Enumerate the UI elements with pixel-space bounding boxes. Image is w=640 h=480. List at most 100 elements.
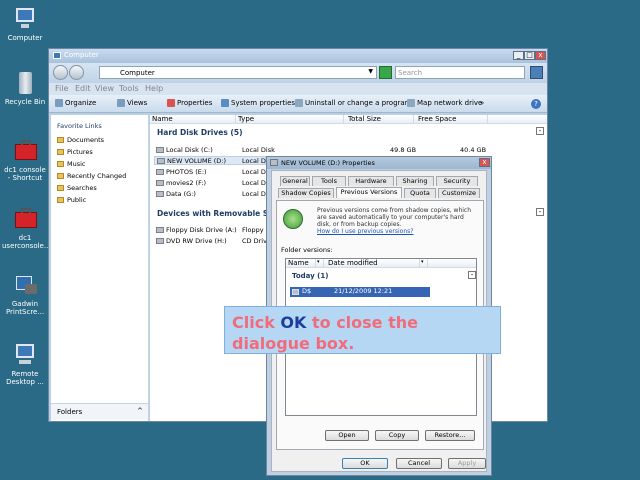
desktop-icon-label: dc1 console - Shortcut xyxy=(4,166,46,182)
tab-shadow-copies[interactable]: Shadow Copies xyxy=(278,188,334,198)
search-placeholder: Search xyxy=(398,69,423,77)
versions-column-name[interactable]: Name xyxy=(286,259,316,268)
chevron-down-icon[interactable]: ▾ xyxy=(316,259,324,268)
drive-name: movies2 (F:) xyxy=(166,179,207,187)
desktop-icon-label: Recycle Bin xyxy=(4,98,46,106)
nav-item-public[interactable]: Public xyxy=(57,196,86,204)
refresh-icon[interactable] xyxy=(379,66,392,79)
nav-item-pictures[interactable]: Pictures xyxy=(57,148,93,156)
more-commands-button[interactable]: » xyxy=(480,99,484,107)
tab-previous-versions[interactable]: Previous Versions xyxy=(336,187,402,198)
address-input[interactable]: Computer ▼ xyxy=(99,66,377,79)
nav-item-documents[interactable]: Documents xyxy=(57,136,104,144)
desktop-icon-recycle-bin[interactable]: Recycle Bin xyxy=(2,70,48,106)
menu-tools[interactable]: Tools xyxy=(119,84,139,93)
dialog-titlebar[interactable]: NEW VOLUME (D:) Properties x xyxy=(267,157,491,169)
window-title: Computer xyxy=(64,51,99,59)
column-type[interactable]: Type xyxy=(236,115,344,124)
tab-sharing[interactable]: Sharing xyxy=(396,176,434,186)
column-name[interactable]: Name xyxy=(150,115,236,124)
collapse-icon[interactable]: - xyxy=(536,208,544,216)
folder-icon xyxy=(57,161,64,167)
address-bar-row: Computer ▼ Search xyxy=(49,63,547,83)
forward-button[interactable] xyxy=(69,65,84,80)
tab-hardware[interactable]: Hardware xyxy=(348,176,394,186)
favorite-links-header: Favorite Links xyxy=(57,122,102,130)
folder-icon xyxy=(57,197,64,203)
drive-type: CD Driv xyxy=(242,237,267,245)
drive-row[interactable]: Local Disk (C:) xyxy=(156,146,213,154)
tab-general[interactable]: General xyxy=(280,176,310,186)
tab-security[interactable]: Security xyxy=(436,176,478,186)
views-button[interactable]: Views xyxy=(117,99,147,107)
help-icon[interactable]: ? xyxy=(531,99,541,109)
copy-button[interactable]: Copy xyxy=(375,430,419,441)
maximize-button[interactable]: □ xyxy=(524,51,535,60)
column-header-row: Name Type Total Size Free Space xyxy=(150,115,547,124)
tab-quota[interactable]: Quota xyxy=(404,188,436,198)
views-label: Views xyxy=(127,99,148,107)
group-header-hdd[interactable]: Hard Disk Drives (5) xyxy=(157,128,243,137)
tab-customize[interactable]: Customize xyxy=(438,188,480,198)
menu-view[interactable]: View xyxy=(95,84,114,93)
desktop-icon-computer[interactable]: Computer xyxy=(2,6,48,42)
apply-button[interactable]: Apply xyxy=(448,458,486,469)
system-properties-button[interactable]: System properties xyxy=(221,99,295,107)
collapse-icon[interactable]: - xyxy=(536,127,544,135)
chevron-down-icon[interactable]: ▾ xyxy=(420,259,428,268)
desktop-icon-dc1-console[interactable]: dc1 console - Shortcut xyxy=(2,138,48,182)
checkmark-icon xyxy=(167,99,175,107)
uninstall-button[interactable]: Uninstall or change a program xyxy=(295,99,412,107)
versions-header-row: Name ▾ Date modified ▾ xyxy=(286,259,476,268)
desktop-icon-label: Computer xyxy=(7,34,43,42)
restore-button[interactable]: Restore... xyxy=(425,430,475,441)
instruction-callout: Click OK to close the dialogue box. xyxy=(224,306,501,354)
properties-label: Properties xyxy=(177,99,213,107)
dialog-title: NEW VOLUME (D:) Properties xyxy=(281,159,375,167)
menu-edit[interactable]: Edit xyxy=(75,84,91,93)
drive-row[interactable]: DVD RW Drive (H:) xyxy=(156,237,227,245)
computer-icon xyxy=(11,6,39,32)
drive-type: Local Disk xyxy=(242,146,275,154)
drive-type: Local Di xyxy=(242,179,268,187)
ok-button[interactable]: OK xyxy=(342,458,388,469)
desktop-icon-remote-desktop[interactable]: Remote Desktop ... xyxy=(2,342,48,386)
dialog-close-button[interactable]: x xyxy=(479,158,490,167)
versions-group-today[interactable]: Today (1) xyxy=(292,272,328,280)
menu-help[interactable]: Help xyxy=(145,84,163,93)
map-network-drive-label: Map network drive xyxy=(417,99,483,107)
drive-row[interactable]: Data (G:) xyxy=(156,190,196,198)
nav-item-recently-changed[interactable]: Recently Changed xyxy=(57,172,126,180)
drive-row[interactable]: movies2 (F:) xyxy=(156,179,206,187)
organize-button[interactable]: Organize xyxy=(55,99,96,107)
properties-button[interactable]: Properties xyxy=(167,99,212,107)
map-network-drive-button[interactable]: Map network drive xyxy=(407,99,482,107)
search-input[interactable]: Search xyxy=(395,66,525,79)
open-button[interactable]: Open xyxy=(325,430,369,441)
explorer-titlebar[interactable]: Computer _ □ x xyxy=(49,49,547,63)
tab-tools[interactable]: Tools xyxy=(312,176,346,186)
computer-icon xyxy=(53,52,61,59)
close-button[interactable]: x xyxy=(535,51,546,60)
folders-bar[interactable]: Folders ^ xyxy=(51,403,148,420)
minimize-button[interactable]: _ xyxy=(513,51,524,60)
desktop-icon-dc1-userconsole[interactable]: dc1 userconsole.... xyxy=(2,206,53,250)
menu-file[interactable]: File xyxy=(55,84,68,93)
nav-item-searches[interactable]: Searches xyxy=(57,184,97,192)
help-link[interactable]: How do I use previous versions? xyxy=(317,228,477,235)
drive-row[interactable]: Floppy Disk Drive (A:) xyxy=(156,226,237,234)
versions-column-date[interactable]: Date modified xyxy=(326,259,420,268)
version-row-selected[interactable]: D$ 21/12/2009 12:21 xyxy=(290,287,430,297)
back-button[interactable] xyxy=(53,65,68,80)
cancel-button[interactable]: Cancel xyxy=(396,458,442,469)
chevron-down-icon[interactable]: ▼ xyxy=(368,68,373,75)
organize-icon xyxy=(55,99,63,107)
drive-row[interactable]: PHOTOS (E:) xyxy=(156,168,207,176)
desktop-icon-gadwin[interactable]: Gadwin PrintScre... xyxy=(2,272,48,316)
nav-item-music[interactable]: Music xyxy=(57,160,86,168)
collapse-icon[interactable]: - xyxy=(468,271,476,279)
column-total-size[interactable]: Total Size xyxy=(346,115,414,124)
column-free-space[interactable]: Free Space xyxy=(416,115,488,124)
search-icon[interactable] xyxy=(530,66,543,79)
restore-clock-icon xyxy=(283,209,303,229)
